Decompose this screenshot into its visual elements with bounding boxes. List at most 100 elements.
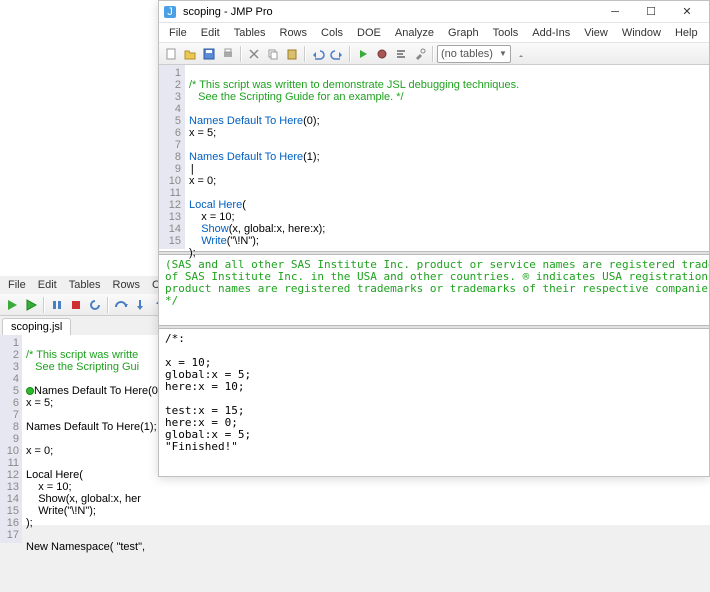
gutter-line: 11 [0,457,19,469]
pause-icon[interactable] [48,296,66,314]
paste-icon[interactable] [283,45,301,63]
redo-icon[interactable] [328,45,346,63]
code-token: Show [189,223,229,235]
maximize-button[interactable]: ☐ [633,1,669,23]
code-line: x = 10; [189,211,235,223]
menubar: File Edit Tables Rows Cols DOE Analyze G… [159,23,709,43]
gutter-line: 2 [159,79,181,91]
menu-edit[interactable]: Edit [32,278,63,292]
gutter-line: 9 [159,163,181,175]
code-line: /* This script was written to demonstrat… [189,79,519,91]
gutter-line: 15 [159,235,181,247]
code-line: Local Here( [26,469,83,481]
table-selector[interactable]: (no tables) ▼ [437,45,511,63]
run-without-break-icon[interactable] [22,296,40,314]
code-token: Names Default To Here [189,115,303,127]
code-line: See the Scripting Gui [26,361,139,373]
gutter-line: 5 [0,385,19,397]
gutter-line: 8 [159,151,181,163]
menu-doe[interactable]: DOE [351,25,387,41]
output-panel[interactable]: /*: x = 10; global:x = 5; here:x = 10; t… [159,329,709,457]
gutter-line: 6 [0,397,19,409]
menu-tools[interactable]: Tools [487,25,525,41]
reformat-icon[interactable] [392,45,410,63]
code-token: ( [242,199,246,211]
menu-view[interactable]: View [578,25,614,41]
gutter-line: 4 [159,103,181,115]
gutter-line: 4 [0,373,19,385]
gutter-line: 12 [0,469,19,481]
open-icon[interactable] [181,45,199,63]
code-line: x = 0; [189,175,216,187]
window-title: scoping - JMP Pro [183,6,597,18]
code-line: x = 5; [26,397,53,409]
code-line: ); [189,247,196,259]
debug-script-icon[interactable] [373,45,391,63]
gutter-line: 11 [159,187,181,199]
code-line: x = 5; [189,127,216,139]
code-area[interactable]: /* This script was written to demonstrat… [185,65,709,273]
toolbar-separator [240,46,242,62]
gutter-line: 16 [0,517,19,529]
toolbar-separator [432,46,434,62]
stop-icon[interactable] [67,296,85,314]
app-icon: J [163,5,177,19]
gutter-line: 13 [159,211,181,223]
menu-rows[interactable]: Rows [107,278,147,292]
run-icon[interactable] [3,296,21,314]
step-over-icon[interactable] [112,296,130,314]
new-icon[interactable] [162,45,180,63]
code-token: ("\!N"); [227,235,259,247]
save-icon[interactable] [200,45,218,63]
menu-cols[interactable]: Cols [315,25,349,41]
code-token: Write [189,235,227,247]
menu-file[interactable]: File [163,25,193,41]
menu-edit[interactable]: Edit [195,25,226,41]
line-gutter: 1 2 3 4 5 6 7 8 9 10 11 12 13 14 15 16 1… [0,335,22,543]
run-script-icon[interactable] [354,45,372,63]
breakpoint-icon[interactable] [26,387,34,395]
copy-icon[interactable] [264,45,282,63]
gutter-line: 14 [0,493,19,505]
restart-icon[interactable] [86,296,104,314]
cut-icon[interactable] [245,45,263,63]
gutter-line: 12 [159,199,181,211]
code-line: New Namespace( "test", [26,541,145,553]
gutter-line: 15 [0,505,19,517]
gutter-line: 10 [0,445,19,457]
svg-text:J: J [167,6,173,18]
tools-icon[interactable] [411,45,429,63]
menu-file[interactable]: File [2,278,32,292]
gutter-line: 3 [159,91,181,103]
minimize-button[interactable]: ─ [597,1,633,23]
menu-help[interactable]: Help [669,25,704,41]
gutter-line: 13 [0,481,19,493]
table-selector-label: (no tables) [441,48,493,60]
undo-icon[interactable] [309,45,327,63]
close-button[interactable]: ✕ [669,1,705,23]
file-tab[interactable]: scoping.jsl [2,318,71,335]
menu-analyze[interactable]: Analyze [389,25,440,41]
gutter-line: 7 [0,409,19,421]
menu-tables[interactable]: Tables [228,25,272,41]
step-into-icon[interactable] [131,296,149,314]
code-token: Names Default To Here [189,151,303,163]
menu-window[interactable]: Window [616,25,667,41]
menu-tables[interactable]: Tables [63,278,107,292]
gutter-line: 9 [0,433,19,445]
menu-addins[interactable]: Add-Ins [526,25,576,41]
pin-icon[interactable] [512,45,530,63]
toolbar-separator [304,46,306,62]
print-icon[interactable] [219,45,237,63]
script-editor[interactable]: 1 2 3 4 5 6 7 8 9 10 11 12 13 14 15 /* T… [159,65,709,251]
main-toolbar: (no tables) ▼ [159,43,709,65]
menu-graph[interactable]: Graph [442,25,485,41]
titlebar[interactable]: J scoping - JMP Pro ─ ☐ ✕ [159,1,709,23]
code-token: Local Here [189,199,242,211]
chevron-down-icon: ▼ [499,49,507,58]
code-line: Names Default To Here(0); [34,385,165,397]
menu-rows[interactable]: Rows [274,25,314,41]
code-line: See the Scripting Guide for an example. … [189,91,404,103]
script-window: J scoping - JMP Pro ─ ☐ ✕ File Edit Tabl… [158,0,710,477]
toolbar-separator [43,297,45,313]
